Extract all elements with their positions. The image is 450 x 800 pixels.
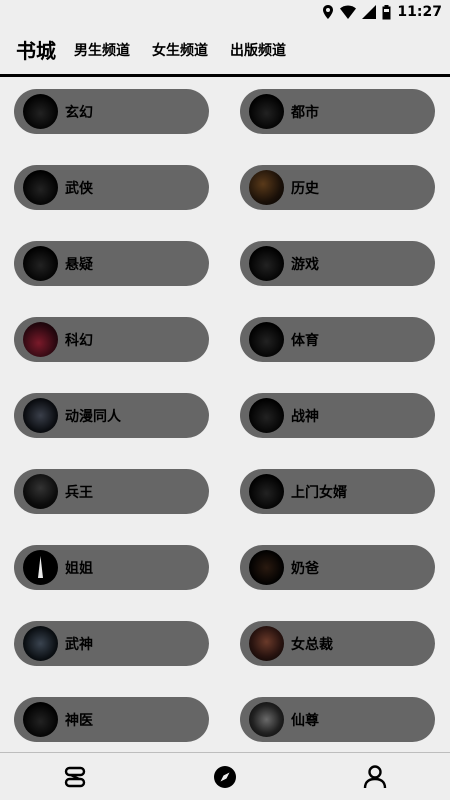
location-icon [323, 5, 334, 19]
genre-pill[interactable]: 历史 [240, 165, 435, 210]
genre-pill[interactable]: 上门女婿 [240, 469, 435, 514]
genre-label: 奶爸 [291, 561, 319, 577]
genre-thumbnail [23, 246, 58, 281]
genre-pill[interactable]: 悬疑 [14, 241, 209, 286]
genre-thumbnail [23, 626, 58, 661]
tab-female-channel[interactable]: 女生频道 [152, 40, 208, 60]
header: 书城 男生频道 女生频道 出版频道 [0, 24, 450, 74]
genre-label: 神医 [65, 713, 93, 729]
signal-icon [362, 5, 377, 19]
genre-thumbnail [23, 322, 58, 357]
tab-publishing-channel[interactable]: 出版频道 [230, 40, 286, 60]
genre-thumbnail [23, 170, 58, 205]
genre-label: 游戏 [291, 257, 319, 273]
genre-thumbnail [23, 398, 58, 433]
genre-pill[interactable]: 仙尊 [240, 697, 435, 742]
genre-label: 武侠 [65, 181, 93, 197]
genre-pill[interactable]: 科幻 [14, 317, 209, 362]
genre-label: 仙尊 [291, 713, 319, 729]
genre-label: 体育 [291, 333, 319, 349]
genre-pill[interactable]: 体育 [240, 317, 435, 362]
genre-label: 姐姐 [65, 561, 93, 577]
genre-grid: 玄幻 都市 武侠 历史 悬疑 游戏 科幻 体育 动漫同人 战神 兵王 上门女婿 … [14, 89, 436, 742]
genre-thumbnail [249, 626, 284, 661]
genre-label: 战神 [291, 409, 319, 425]
status-bar: 11:27 [0, 0, 450, 24]
nav-bookstore[interactable] [61, 763, 89, 791]
genre-thumbnail [249, 702, 284, 737]
genre-thumbnail [249, 94, 284, 129]
genre-thumbnail [249, 322, 284, 357]
genre-label: 上门女婿 [291, 485, 347, 501]
genre-pill[interactable]: 女总裁 [240, 621, 435, 666]
genre-pill[interactable]: 战神 [240, 393, 435, 438]
genre-label: 都市 [291, 105, 319, 121]
genre-thumbnail [249, 246, 284, 281]
genre-list[interactable]: 玄幻 都市 武侠 历史 悬疑 游戏 科幻 体育 动漫同人 战神 兵王 上门女婿 … [0, 77, 450, 752]
genre-pill[interactable]: 神医 [14, 697, 209, 742]
genre-pill[interactable]: 武侠 [14, 165, 209, 210]
tab-male-channel[interactable]: 男生频道 [74, 40, 130, 60]
bookstore-icon [64, 766, 86, 788]
compass-icon [214, 766, 236, 788]
genre-thumbnail [249, 550, 284, 585]
genre-pill[interactable]: 奶爸 [240, 545, 435, 590]
genre-thumbnail [249, 170, 284, 205]
channel-tabs: 男生频道 女生频道 出版频道 [74, 40, 286, 60]
genre-thumbnail [249, 474, 284, 509]
genre-label: 玄幻 [65, 105, 93, 121]
genre-pill[interactable]: 兵王 [14, 469, 209, 514]
genre-label: 悬疑 [65, 257, 93, 273]
genre-pill[interactable]: 玄幻 [14, 89, 209, 134]
nav-discover[interactable] [211, 763, 239, 791]
genre-thumbnail [23, 702, 58, 737]
bottom-nav [0, 752, 450, 800]
genre-thumbnail [249, 398, 284, 433]
genre-label: 科幻 [65, 333, 93, 349]
genre-thumbnail [23, 474, 58, 509]
genre-pill[interactable]: 游戏 [240, 241, 435, 286]
profile-icon [363, 765, 387, 789]
genre-pill[interactable]: 都市 [240, 89, 435, 134]
wifi-icon [340, 5, 357, 19]
genre-thumbnail [23, 550, 58, 585]
genre-pill[interactable]: 姐姐 [14, 545, 209, 590]
genre-label: 动漫同人 [65, 409, 121, 425]
genre-label: 兵王 [65, 485, 93, 501]
battery-icon [382, 4, 391, 19]
status-time: 11:27 [397, 4, 442, 20]
status-icons: 11:27 [322, 2, 442, 22]
genre-pill[interactable]: 动漫同人 [14, 393, 209, 438]
genre-label: 历史 [291, 181, 319, 197]
nav-profile[interactable] [361, 763, 389, 791]
page-title: 书城 [16, 39, 56, 63]
genre-label: 武神 [65, 637, 93, 653]
genre-label: 女总裁 [291, 637, 333, 653]
genre-pill[interactable]: 武神 [14, 621, 209, 666]
silhouette-icon [38, 556, 43, 578]
genre-thumbnail [23, 94, 58, 129]
